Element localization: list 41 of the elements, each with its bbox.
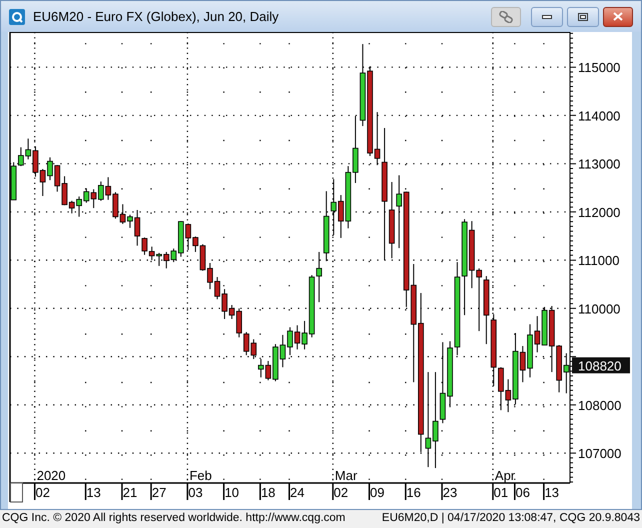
- price-label: 108000: [578, 398, 622, 413]
- date-label: 06: [516, 485, 530, 500]
- price-label: 107000: [578, 446, 622, 462]
- date-label: 09: [370, 485, 384, 500]
- date-label: 10: [224, 485, 240, 500]
- date-label: 03: [188, 485, 203, 500]
- date-label: 21: [122, 485, 138, 500]
- price-label: 113000: [578, 156, 620, 172]
- copyright-text: CQG Inc. © 2020 All rights reserved worldwide. http://www.cqg.com: [2, 511, 346, 526]
- window-title: EU6M20 - Euro FX (Globex), Jun 20, Daily: [33, 8, 279, 26]
- price-label: 115000: [578, 60, 620, 76]
- date-label: 23: [442, 485, 458, 500]
- price-label: 111000: [578, 253, 620, 268]
- maximize-button[interactable]: [567, 6, 599, 26]
- price-label: 114000: [578, 108, 620, 124]
- date-label: 13: [544, 485, 560, 500]
- month-label: Feb: [189, 468, 212, 483]
- last-price-tag: 108820: [572, 357, 630, 374]
- date-label: 27: [152, 485, 166, 500]
- price-label: 110000: [578, 301, 620, 316]
- date-label: 02: [334, 485, 348, 500]
- date-label: 02: [36, 485, 50, 500]
- app-logo-icon: [9, 8, 25, 24]
- date-label: 18: [260, 485, 276, 500]
- price-label: 112000: [578, 204, 620, 220]
- date-label: 01: [494, 485, 508, 500]
- date-label: 24: [290, 485, 304, 500]
- scroll-thumb[interactable]: [10, 482, 23, 502]
- month-label: Apr: [494, 468, 516, 483]
- maximize-icon: [578, 12, 588, 20]
- date-label: 16: [406, 485, 421, 500]
- chain-link-icon: [499, 10, 513, 22]
- date-label: 13: [86, 485, 101, 500]
- status-info-text: EU6M20,D | 04/17/2020 13:08:47, CQG 20.9.8043: [382, 511, 640, 526]
- minimize-button[interactable]: [531, 6, 563, 26]
- link-button[interactable]: [491, 6, 521, 26]
- minimize-icon: [542, 14, 552, 18]
- close-button[interactable]: [603, 6, 633, 26]
- month-label: 2020: [36, 468, 66, 483]
- month-label: Mar: [334, 468, 358, 483]
- close-icon: [613, 12, 623, 21]
